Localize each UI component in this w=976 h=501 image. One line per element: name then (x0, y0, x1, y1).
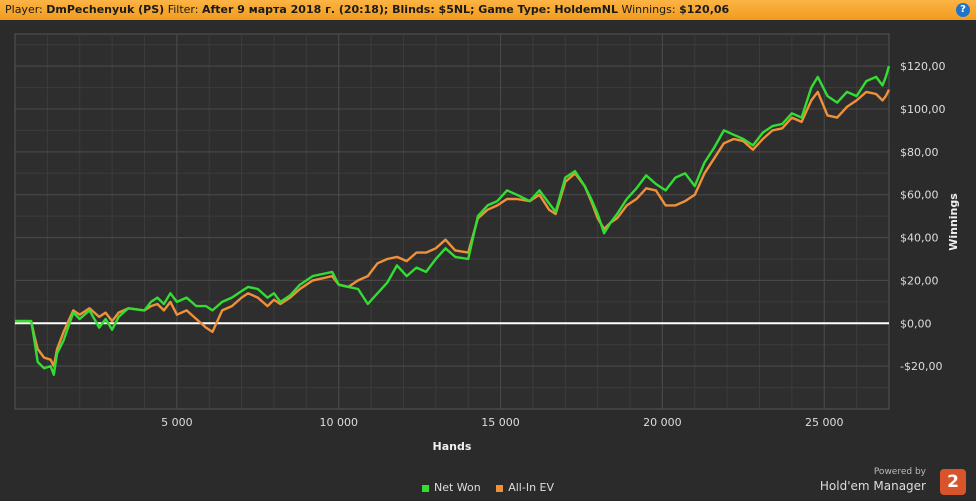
y-axis-label: Winnings (947, 193, 960, 251)
legend-label-all-in-ev: All-In EV (508, 481, 555, 494)
y-tick-label: $40,00 (900, 232, 939, 245)
product-name: Hold'em Manager (819, 479, 926, 493)
filter-value: After 9 марта 2018 г. (20:18); Blinds: $… (201, 3, 618, 16)
help-icon[interactable]: ? (956, 3, 970, 17)
x-tick-label: 5 000 (161, 416, 193, 429)
legend-swatch-all-in-ev (496, 484, 504, 492)
x-axis-ticks: 5 000 10 000 15 000 20 000 25 000 (161, 416, 843, 429)
winnings-value: $120,06 (679, 3, 730, 16)
player-name: DmPechenyuk (PS) (46, 3, 165, 16)
x-tick-label: 10 000 (319, 416, 358, 429)
y-tick-label: -$20,00 (900, 360, 942, 373)
y-tick-label: $100,00 (900, 103, 946, 116)
legend-item-net-won[interactable]: Net Won (421, 481, 481, 494)
winnings-label: Winnings: (621, 3, 676, 16)
y-tick-label: $80,00 (900, 146, 939, 159)
legend-swatch-net-won (421, 484, 429, 492)
y-tick-label: $20,00 (900, 274, 939, 287)
legend-item-all-in-ev[interactable]: All-In EV (496, 481, 554, 494)
x-tick-label: 15 000 (481, 416, 520, 429)
filter-label: Filter: (167, 3, 199, 16)
powered-by-text: Powered by (873, 467, 926, 477)
x-axis-label: Hands (433, 440, 472, 453)
y-tick-label: $0,00 (900, 317, 932, 330)
filter-header-bar: Player: DmPechenyuk (PS) Filter: After 9… (0, 0, 976, 20)
y-tick-label: $60,00 (900, 189, 939, 202)
winnings-graph: 5 000 10 000 15 000 20 000 25 000 -$20,00 $0,… (14, 33, 960, 453)
x-tick-label: 20 000 (643, 416, 682, 429)
plot-area (14, 33, 890, 410)
y-tick-label: $120,00 (900, 60, 946, 73)
legend-label-net-won: Net Won (433, 481, 481, 494)
player-label: Player: (5, 3, 43, 16)
x-tick-label: 25 000 (805, 416, 844, 429)
hm2-logo-icon: 2 (940, 469, 966, 495)
y-axis-ticks: -$20,00 $0,00 $20,00 $40,00 $60,00 $80,00 $100… (900, 60, 946, 373)
